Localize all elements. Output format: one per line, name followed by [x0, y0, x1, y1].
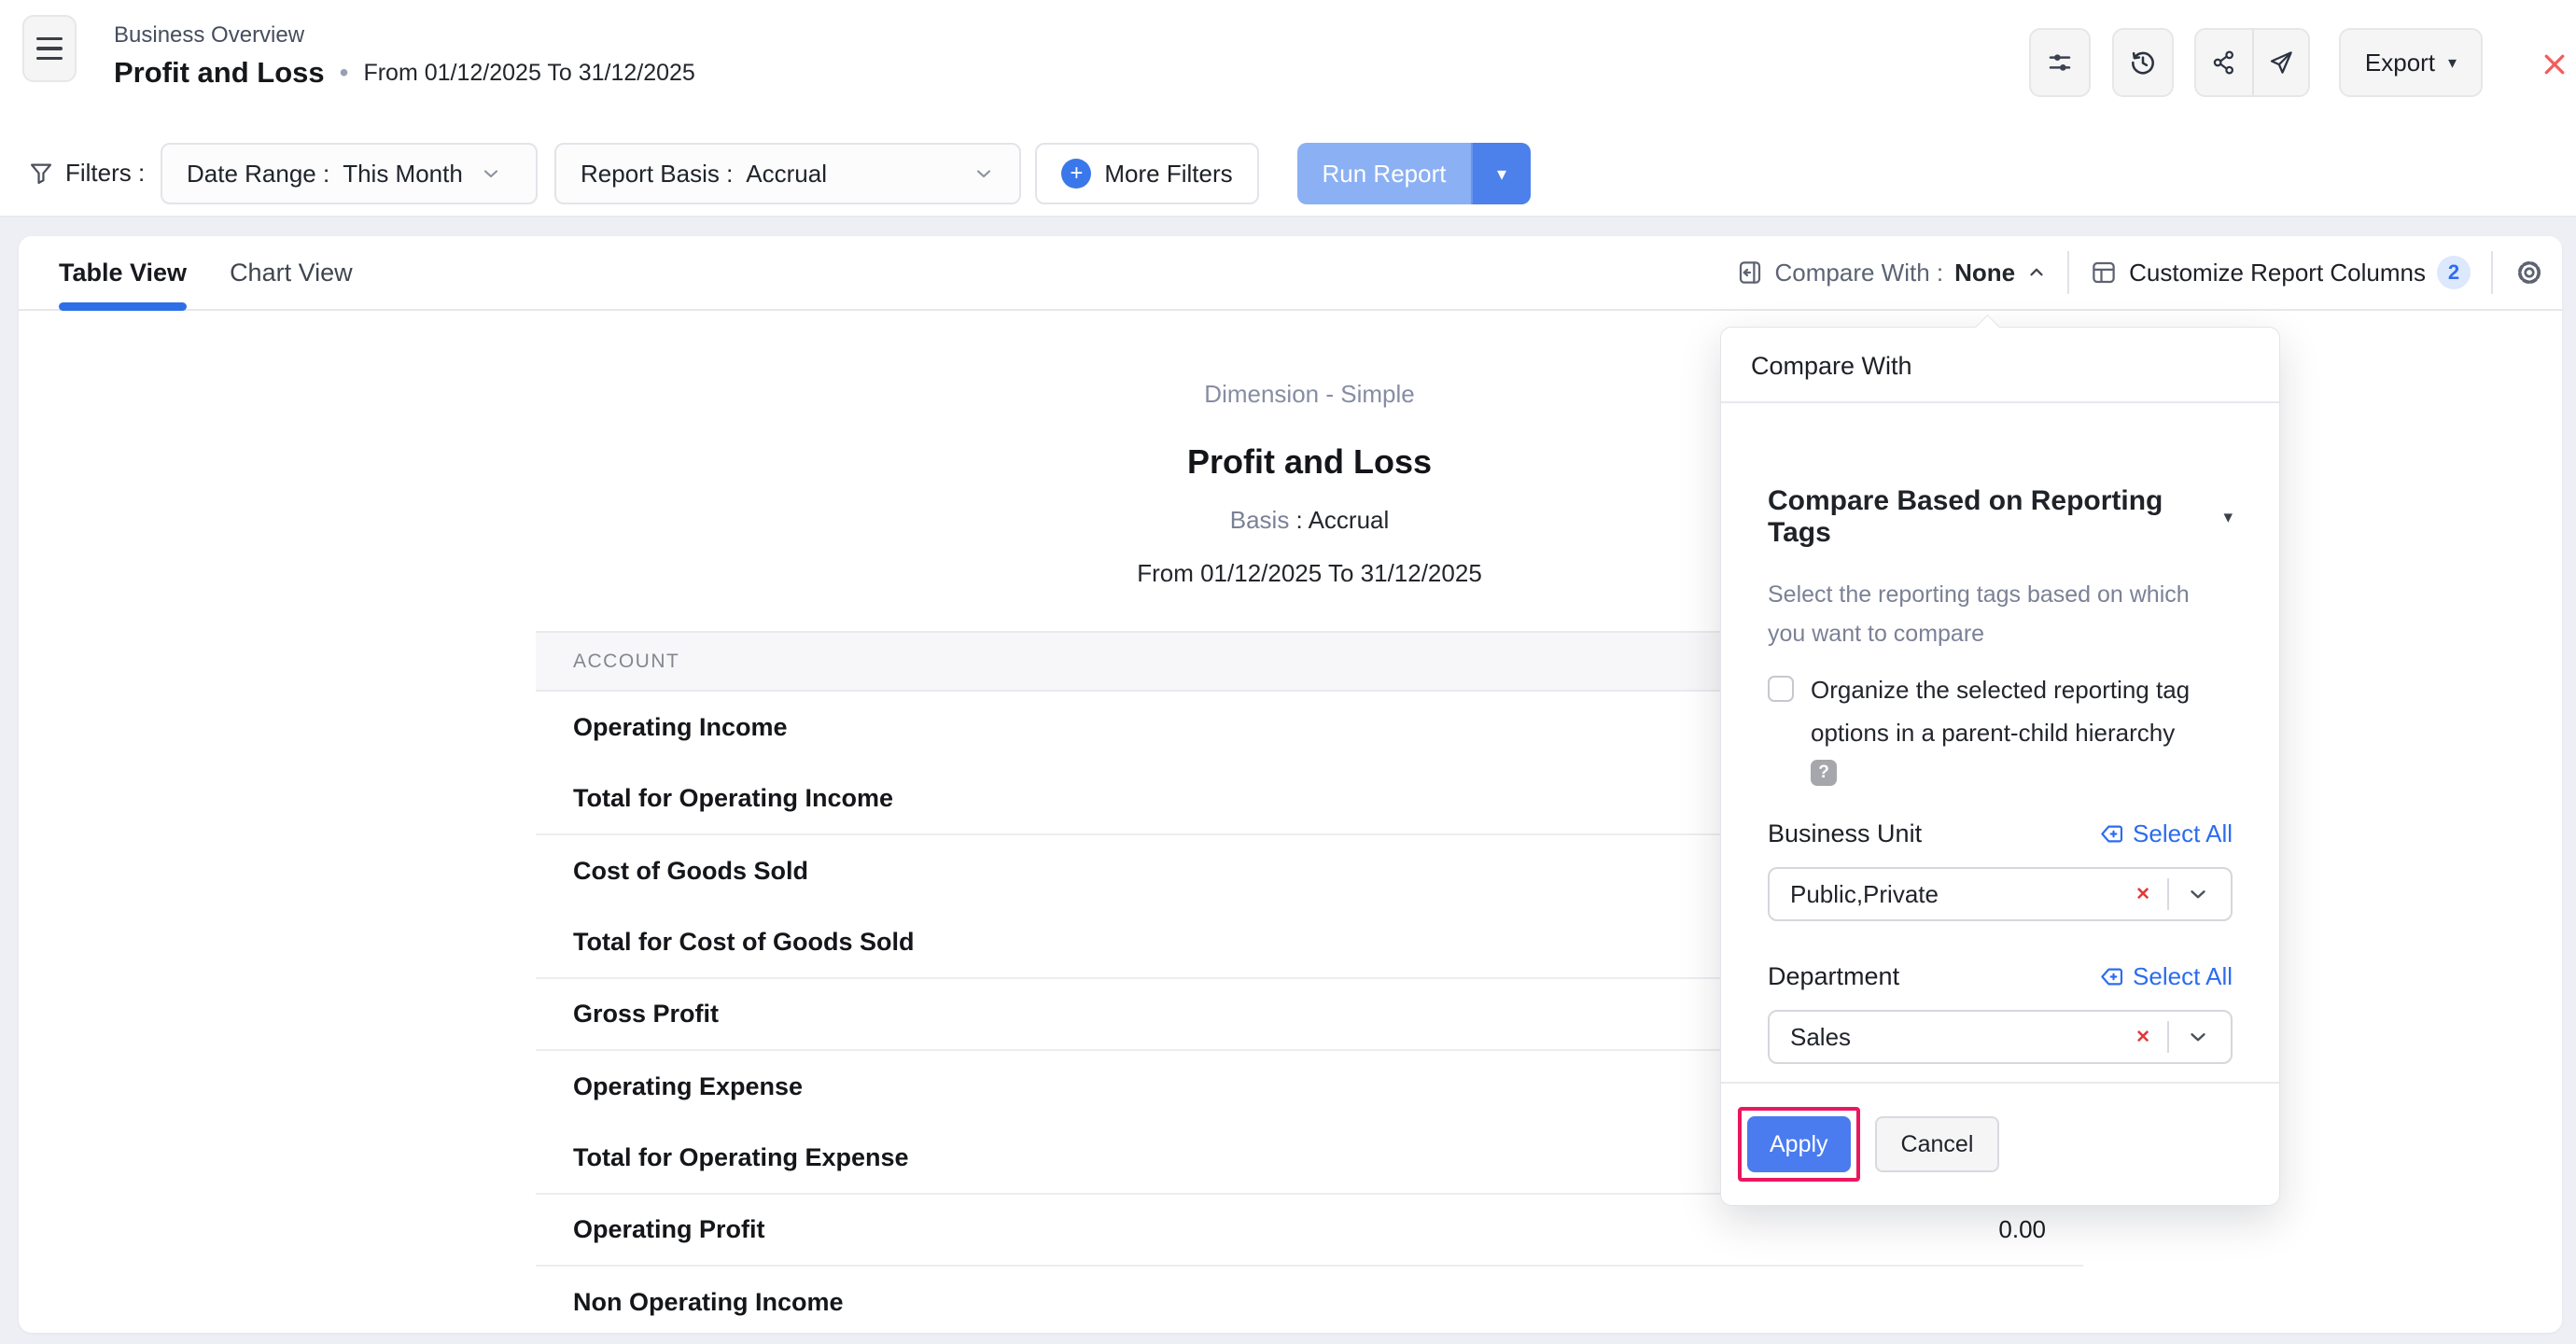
department-value: Sales — [1790, 1023, 2135, 1052]
title-row: Profit and Loss • From 01/12/2025 To 31/… — [114, 56, 695, 90]
date-range-label: Date Range : — [187, 160, 329, 189]
clear-selection-icon[interactable]: ✕ — [2135, 884, 2150, 905]
title-separator-dot: • — [340, 58, 349, 88]
help-icon[interactable]: ? — [1811, 760, 1837, 786]
tag-plus-icon — [2099, 964, 2124, 989]
department-select-all-link[interactable]: Select All — [2099, 962, 2233, 991]
report-basis-value: Accrual — [746, 160, 827, 189]
report-settings-button[interactable] — [2029, 28, 2091, 97]
export-label: Export — [2365, 49, 2435, 77]
page-title: Profit and Loss — [114, 56, 325, 90]
breadcrumb[interactable]: Business Overview — [114, 22, 304, 49]
compare-panel-footer: Apply Cancel — [1721, 1082, 2279, 1205]
compare-with-panel: Compare With Compare Based on Reporting … — [1720, 327, 2280, 1206]
run-report-split-button: Run Report ▾ — [1297, 143, 1531, 204]
apply-button-highlight: Apply — [1738, 1107, 1860, 1182]
gear-icon — [2513, 257, 2545, 288]
view-tabs: Table View Chart View — [59, 236, 353, 309]
table-columns-icon — [2090, 259, 2118, 287]
chevron-down-icon — [973, 162, 995, 185]
compare-panel-title: Compare With — [1721, 328, 2279, 403]
compare-with-value: None — [1954, 259, 2015, 287]
cancel-button[interactable]: Cancel — [1875, 1116, 2000, 1172]
share-icon — [2210, 49, 2238, 77]
more-filters-label: More Filters — [1104, 160, 1232, 189]
send-button[interactable] — [2252, 30, 2308, 95]
filters-label: Filters : — [28, 159, 145, 188]
plus-circle-icon: + — [1061, 159, 1091, 189]
report-basis-filter[interactable]: Report Basis : Accrual — [554, 143, 1021, 204]
caret-down-icon: ▾ — [2223, 507, 2233, 528]
department-select[interactable]: Sales ✕ — [1768, 1010, 2233, 1064]
chevron-down-icon: ▾ — [2448, 53, 2457, 73]
compare-panels-icon — [1736, 259, 1764, 287]
send-paper-plane-icon — [2267, 49, 2295, 77]
select-divider — [2167, 1021, 2169, 1053]
clear-selection-icon[interactable]: ✕ — [2135, 1027, 2150, 1048]
refresh-clock-icon — [2128, 48, 2158, 77]
chevron-down-icon — [480, 162, 502, 185]
chevron-up-icon — [2026, 262, 2047, 283]
compare-mode-label: Compare Based on Reporting Tags — [1768, 485, 2208, 549]
refresh-history-button[interactable] — [2112, 28, 2174, 97]
title-date-range: From 01/12/2025 To 31/12/2025 — [363, 60, 694, 87]
business-unit-select-all-link[interactable]: Select All — [2099, 819, 2233, 848]
compare-panel-body: Compare Based on Reporting Tags ▾ Select… — [1721, 485, 2279, 1064]
table-row: Non Operating Income — [536, 1267, 2083, 1338]
run-report-dropdown-button[interactable]: ▾ — [1471, 143, 1531, 204]
chevron-down-icon[interactable] — [2186, 1025, 2210, 1049]
sliders-icon — [2045, 48, 2075, 77]
business-unit-label: Business Unit — [1768, 819, 1922, 848]
customize-count-badge: 2 — [2437, 256, 2471, 289]
export-button[interactable]: Export ▾ — [2339, 28, 2483, 97]
app-root: Business Overview Profit and Loss • From… — [0, 0, 2576, 1344]
card-header: Table View Chart View Compare With : Non… — [19, 236, 2562, 311]
compare-with-label: Compare With : — [1775, 259, 1944, 287]
report-basis-label: Report Basis : — [581, 160, 733, 189]
close-report-button[interactable] — [2535, 45, 2574, 84]
card-toolbar: Compare With : None Custo — [1736, 236, 2546, 309]
filter-bar: Filters : Date Range : This Month Report… — [0, 131, 2576, 217]
department-group-header: Department Select All — [1768, 962, 2233, 991]
compare-with-dropdown[interactable]: Compare With : None — [1736, 259, 2048, 287]
report-preferences-button[interactable] — [2513, 257, 2545, 288]
share-button[interactable] — [2196, 30, 2252, 95]
compare-panel-description: Select the reporting tags based on which… — [1768, 575, 2206, 653]
customize-label: Customize Report Columns — [2129, 259, 2426, 287]
funnel-icon — [28, 160, 54, 188]
organize-hierarchy-checkbox[interactable] — [1768, 676, 1794, 702]
date-range-value: This Month — [343, 160, 463, 189]
share-send-button-group — [2194, 28, 2310, 97]
business-unit-group-header: Business Unit Select All — [1768, 819, 2233, 848]
organize-hierarchy-label: Organize the selected reporting tag opti… — [1811, 668, 2233, 754]
apply-button[interactable]: Apply — [1747, 1116, 1851, 1172]
department-label: Department — [1768, 962, 1899, 991]
tag-plus-icon — [2099, 821, 2124, 847]
tab-table-view[interactable]: Table View — [59, 236, 187, 309]
business-unit-select[interactable]: Public,Private ✕ — [1768, 867, 2233, 921]
chevron-down-icon[interactable] — [2186, 882, 2210, 906]
customize-report-columns-button[interactable]: Customize Report Columns 2 — [2090, 256, 2471, 289]
business-unit-value: Public,Private — [1790, 880, 2135, 909]
hamburger-menu-button[interactable] — [22, 15, 77, 82]
compare-mode-dropdown[interactable]: Compare Based on Reporting Tags ▾ — [1768, 485, 2233, 549]
close-icon — [2541, 50, 2569, 78]
organize-hierarchy-option: Organize the selected reporting tag opti… — [1768, 668, 2233, 754]
toolbar-divider — [2491, 251, 2493, 294]
more-filters-button[interactable]: + More Filters — [1035, 143, 1259, 204]
select-divider — [2167, 878, 2169, 910]
tab-chart-view[interactable]: Chart View — [230, 236, 353, 309]
top-bar: Business Overview Profit and Loss • From… — [0, 0, 2576, 131]
run-report-button[interactable]: Run Report — [1297, 143, 1471, 204]
date-range-filter[interactable]: Date Range : This Month — [161, 143, 538, 204]
toolbar-divider — [2067, 251, 2069, 294]
row-amount: 0.00 — [1998, 1215, 2046, 1244]
